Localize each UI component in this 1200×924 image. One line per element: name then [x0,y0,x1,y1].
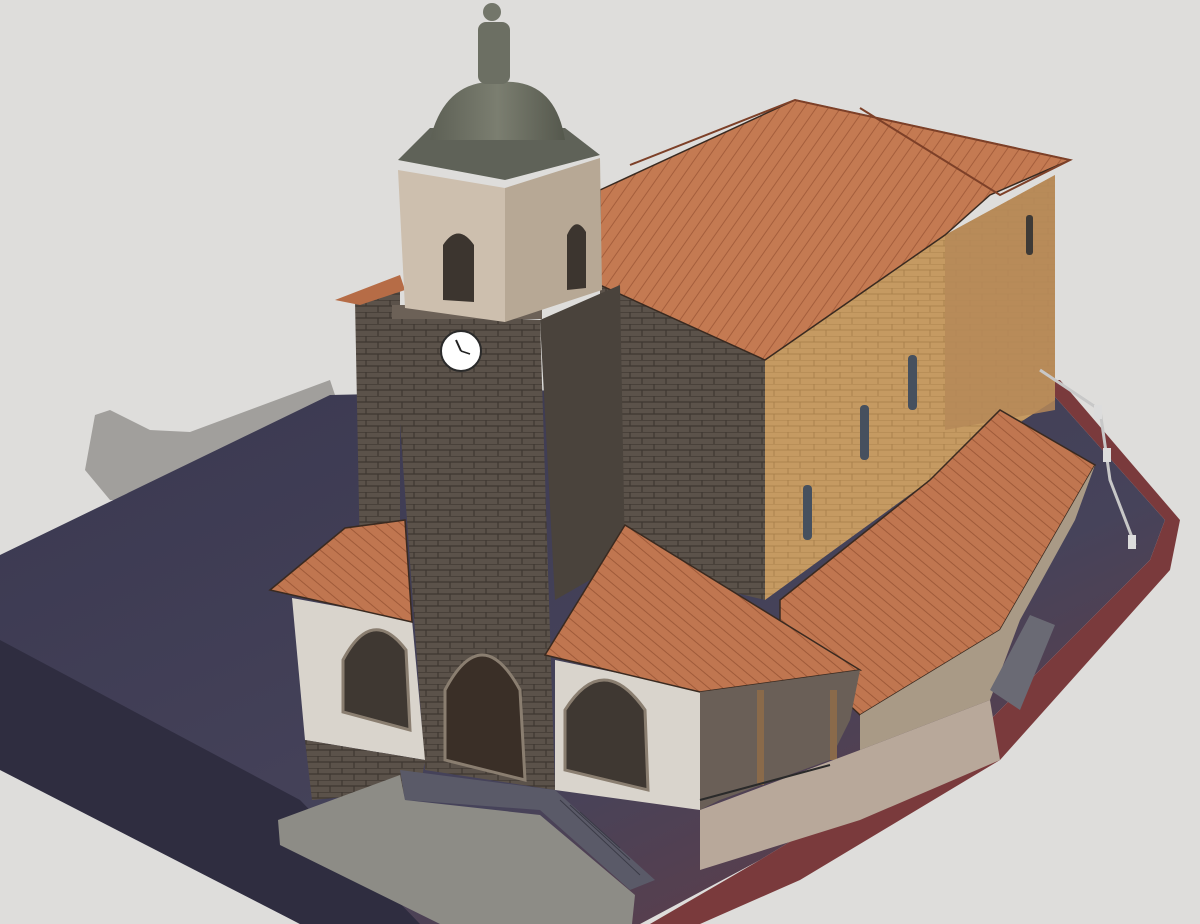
tower-clock [440,330,482,372]
lantern-finial [483,3,501,21]
nave-window-1 [860,405,869,460]
church-3d-model-viewport[interactable] [0,0,1200,924]
railing-post-3 [1128,535,1136,549]
railing-post-1 [1094,405,1102,419]
nave-window-3 [803,485,812,540]
portico-column-2 [830,690,837,760]
lantern [478,22,510,84]
apse-window [1026,215,1033,255]
belfry-bell-opening-1 [443,233,474,302]
left-annex-wall [355,290,400,560]
railing-post-2 [1103,448,1111,462]
belfry-bell-opening-2 [567,224,586,290]
left-portico-arch [341,628,412,732]
front-portico-arch [563,678,650,792]
nave-window-2 [908,355,917,410]
portico-column-1 [757,690,764,785]
